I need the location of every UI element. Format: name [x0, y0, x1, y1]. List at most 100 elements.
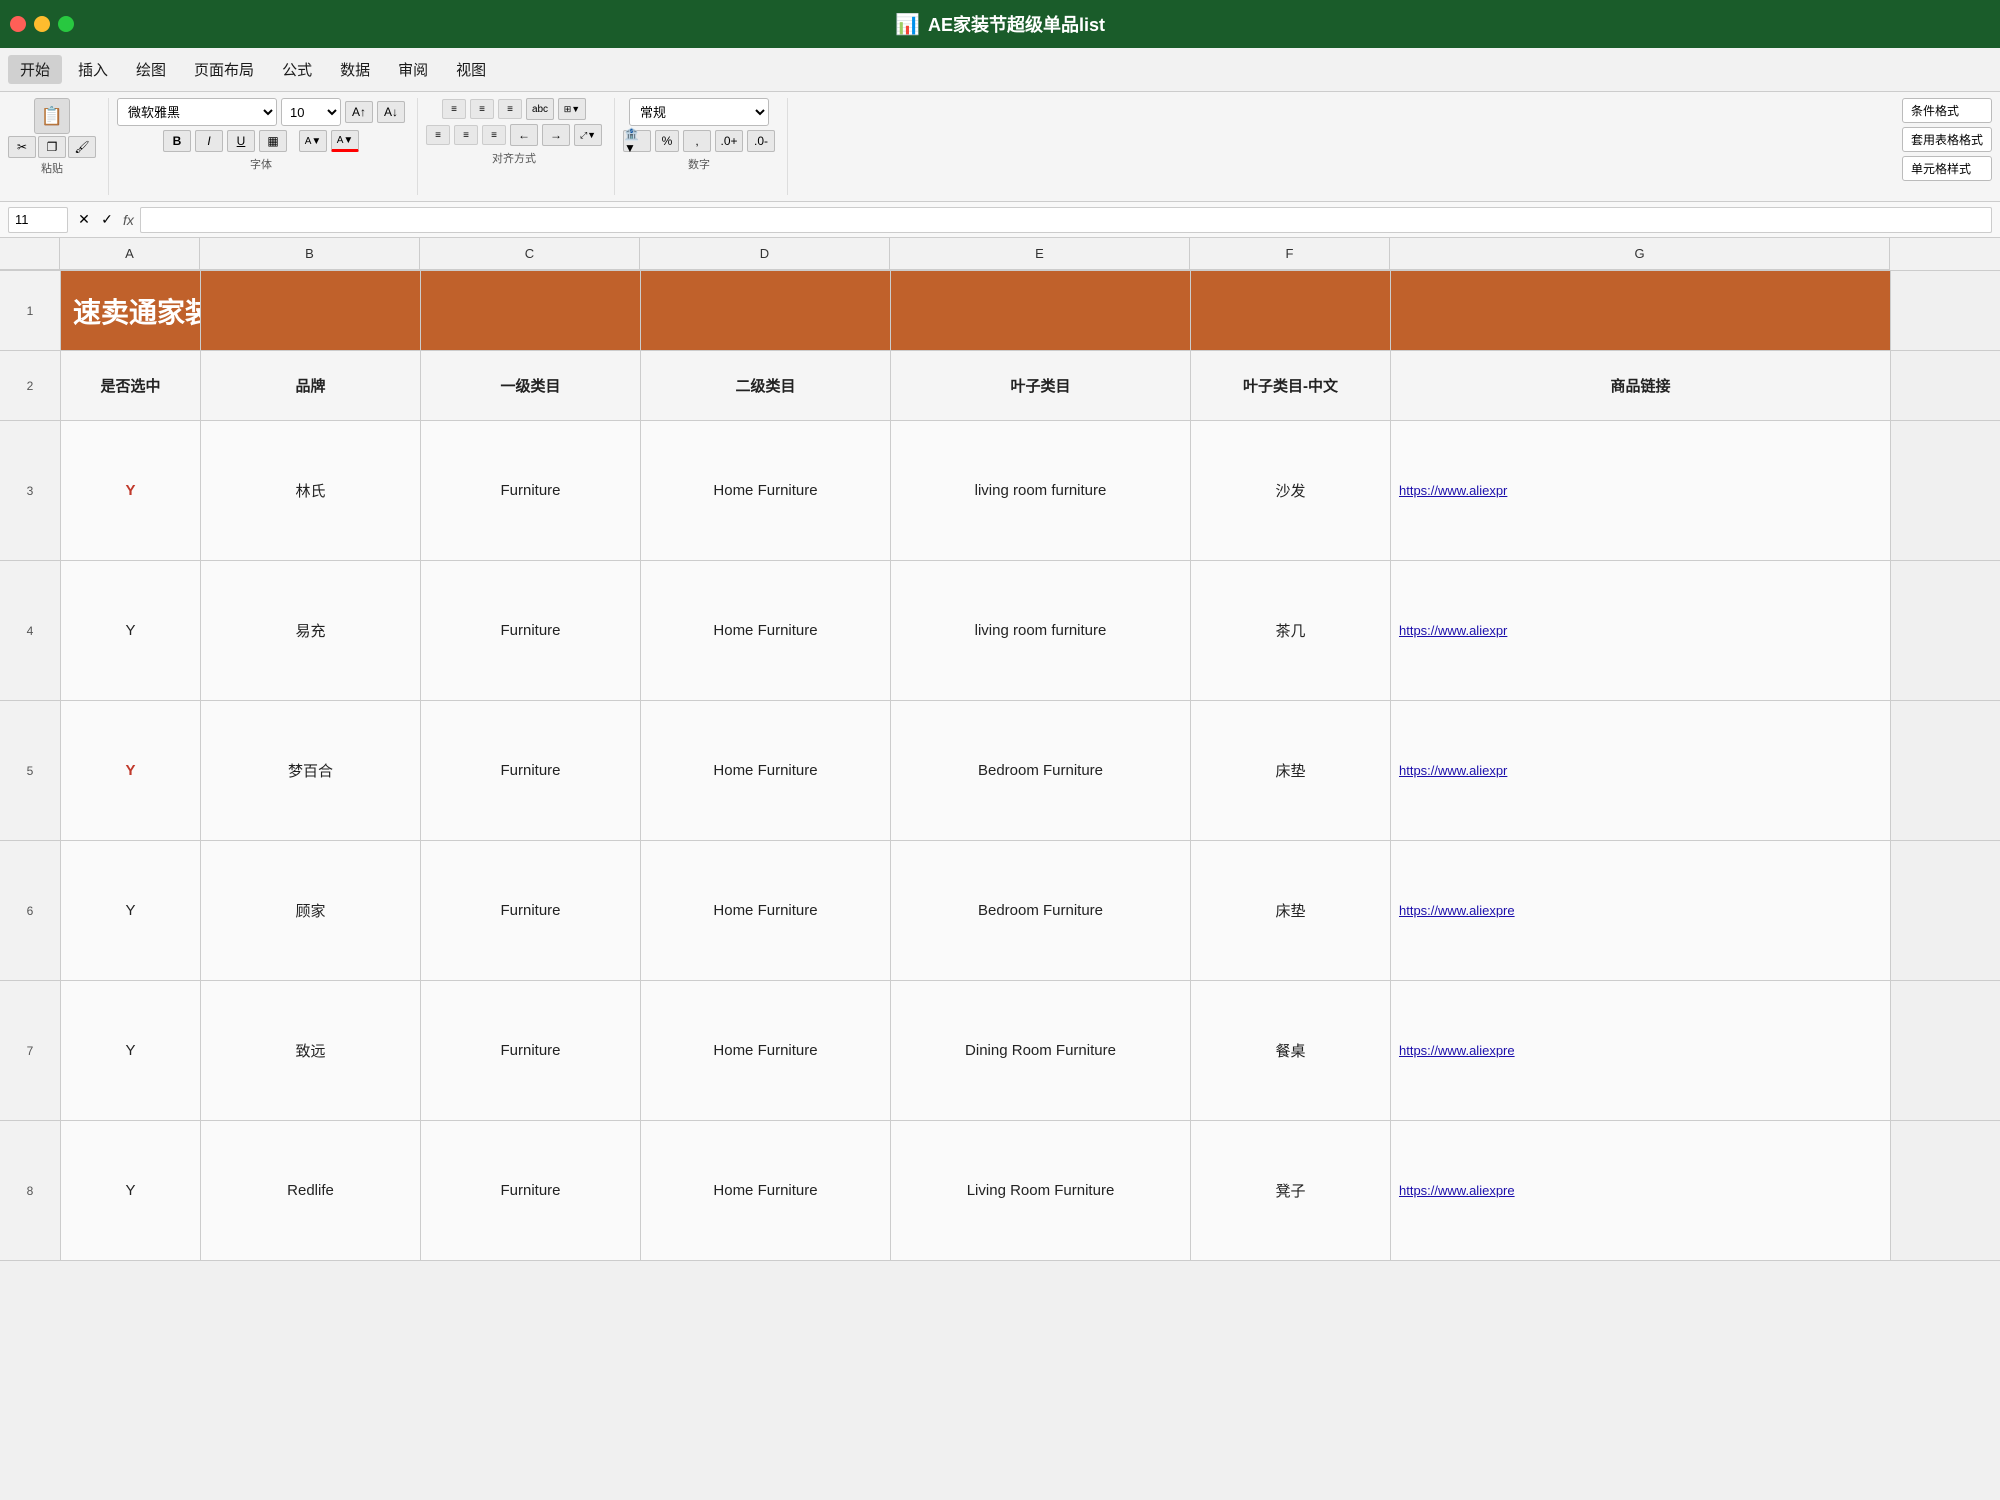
- cell-3-selected[interactable]: Y: [61, 701, 201, 840]
- cell-4-leaf-zh[interactable]: 床垫: [1191, 841, 1391, 980]
- indent-increase-button[interactable]: →: [542, 124, 570, 146]
- comma-button[interactable]: ,: [683, 130, 711, 152]
- column-header-f[interactable]: F: [1190, 238, 1390, 270]
- decimal-increase-button[interactable]: .0+: [715, 130, 743, 152]
- wrap-text-button[interactable]: abc: [526, 98, 554, 120]
- conditional-format-button[interactable]: 条件格式: [1902, 98, 1992, 123]
- cell-6-brand[interactable]: Redlife: [201, 1121, 421, 1260]
- indent-decrease-button[interactable]: ←: [510, 124, 538, 146]
- column-header-c[interactable]: C: [420, 238, 640, 270]
- cell-1-selected[interactable]: Y: [61, 421, 201, 560]
- column-header-g[interactable]: G: [1390, 238, 1890, 270]
- menu-draw[interactable]: 绘图: [124, 55, 178, 84]
- fill-color-button[interactable]: A▼: [299, 130, 327, 152]
- cell-4-brand[interactable]: 顾家: [201, 841, 421, 980]
- cell-3-brand[interactable]: 梦百合: [201, 701, 421, 840]
- copy-button[interactable]: ❐: [38, 136, 66, 158]
- bold-button[interactable]: B: [163, 130, 191, 152]
- align-bottom-center-button[interactable]: ≡: [454, 125, 478, 145]
- cell-2-leaf-zh[interactable]: 茶几: [1191, 561, 1391, 700]
- menu-home[interactable]: 开始: [8, 55, 62, 84]
- percent-button[interactable]: %: [655, 130, 679, 152]
- close-button[interactable]: [10, 16, 26, 32]
- cell-reference-box[interactable]: 11: [8, 207, 68, 233]
- cell-4-leaf[interactable]: Bedroom Furniture: [891, 841, 1191, 980]
- cell-3-leaf[interactable]: Bedroom Furniture: [891, 701, 1191, 840]
- accounting-button[interactable]: 🏦▼: [623, 130, 651, 152]
- font-name-select[interactable]: 微软雅黑: [117, 98, 277, 126]
- cell-6-link[interactable]: https://www.aliexpre: [1391, 1121, 1891, 1260]
- cell-2-brand[interactable]: 易充: [201, 561, 421, 700]
- column-header-a[interactable]: A: [60, 238, 200, 270]
- cell-3-leaf-zh[interactable]: 床垫: [1191, 701, 1391, 840]
- format-painter-button[interactable]: 🖌: [68, 136, 96, 158]
- formula-input[interactable]: [140, 207, 1992, 233]
- cell-5-cat1[interactable]: Furniture: [421, 981, 641, 1120]
- menu-review[interactable]: 审阅: [386, 55, 440, 84]
- cell-2-leaf[interactable]: living room furniture: [891, 561, 1191, 700]
- cell-2-link[interactable]: https://www.aliexpr: [1391, 561, 1891, 700]
- cell-2-selected[interactable]: Y: [61, 561, 201, 700]
- cell-3-link[interactable]: https://www.aliexpr: [1391, 701, 1891, 840]
- italic-button[interactable]: I: [195, 130, 223, 152]
- cell-6-cat2[interactable]: Home Furniture: [641, 1121, 891, 1260]
- cell-5-brand[interactable]: 致远: [201, 981, 421, 1120]
- align-bottom-left-button[interactable]: ≡: [426, 125, 450, 145]
- cell-3-cat2[interactable]: Home Furniture: [641, 701, 891, 840]
- font-size-select[interactable]: 10: [281, 98, 341, 126]
- cell-2-cat1[interactable]: Furniture: [421, 561, 641, 700]
- underline-button[interactable]: U: [227, 130, 255, 152]
- column-header-b[interactable]: B: [200, 238, 420, 270]
- cell-6-selected[interactable]: Y: [61, 1121, 201, 1260]
- paste-button[interactable]: 📋: [34, 98, 70, 134]
- decimal-decrease-button[interactable]: .0-: [747, 130, 775, 152]
- header-category1[interactable]: 一级类目: [421, 351, 641, 420]
- column-header-d[interactable]: D: [640, 238, 890, 270]
- merge-button[interactable]: ⊞▼: [558, 98, 586, 120]
- cell-5-link[interactable]: https://www.aliexpre: [1391, 981, 1891, 1120]
- header-leaf-category[interactable]: 叶子类目: [891, 351, 1191, 420]
- cut-button[interactable]: ✂: [8, 136, 36, 158]
- title-cell[interactable]: 速卖通家装节超级单品list: [61, 271, 201, 350]
- cell-5-leaf-zh[interactable]: 餐桌: [1191, 981, 1391, 1120]
- cancel-input-button[interactable]: ✕: [74, 210, 94, 230]
- cell-5-leaf[interactable]: Dining Room Furniture: [891, 981, 1191, 1120]
- cell-5-cat2[interactable]: Home Furniture: [641, 981, 891, 1120]
- cell-5-selected[interactable]: Y: [61, 981, 201, 1120]
- header-category2[interactable]: 二级类目: [641, 351, 891, 420]
- cell-1-leaf[interactable]: living room furniture: [891, 421, 1191, 560]
- align-bottom-right-button[interactable]: ≡: [482, 125, 506, 145]
- header-leaf-zh[interactable]: 叶子类目-中文: [1191, 351, 1391, 420]
- align-top-center-button[interactable]: ≡: [470, 99, 494, 119]
- menu-data[interactable]: 数据: [328, 55, 382, 84]
- borders-button[interactable]: ▦: [259, 130, 287, 152]
- table-format-button[interactable]: 套用表格格式: [1902, 127, 1992, 152]
- cell-1-leaf-zh[interactable]: 沙发: [1191, 421, 1391, 560]
- font-size-increase-button[interactable]: A↑: [345, 101, 373, 123]
- cell-4-link[interactable]: https://www.aliexpre: [1391, 841, 1891, 980]
- maximize-button[interactable]: [58, 16, 74, 32]
- cell-4-cat1[interactable]: Furniture: [421, 841, 641, 980]
- number-format-select[interactable]: 常规: [629, 98, 769, 126]
- header-brand[interactable]: 品牌: [201, 351, 421, 420]
- cell-6-leaf[interactable]: Living Room Furniture: [891, 1121, 1191, 1260]
- cell-6-cat1[interactable]: Furniture: [421, 1121, 641, 1260]
- cell-1-cat2[interactable]: Home Furniture: [641, 421, 891, 560]
- menu-insert[interactable]: 插入: [66, 55, 120, 84]
- text-direction-button[interactable]: ⤢▼: [574, 124, 602, 146]
- cell-1-cat1[interactable]: Furniture: [421, 421, 641, 560]
- confirm-input-button[interactable]: ✓: [97, 210, 117, 230]
- cell-1-link[interactable]: https://www.aliexpr: [1391, 421, 1891, 560]
- minimize-button[interactable]: [34, 16, 50, 32]
- cell-style-button[interactable]: 单元格样式: [1902, 156, 1992, 181]
- cell-3-cat1[interactable]: Furniture: [421, 701, 641, 840]
- cell-6-leaf-zh[interactable]: 凳子: [1191, 1121, 1391, 1260]
- font-size-decrease-button[interactable]: A↓: [377, 101, 405, 123]
- column-header-e[interactable]: E: [890, 238, 1190, 270]
- cell-2-cat2[interactable]: Home Furniture: [641, 561, 891, 700]
- menu-formula[interactable]: 公式: [270, 55, 324, 84]
- font-color-button[interactable]: A▼: [331, 130, 359, 152]
- cell-4-selected[interactable]: Y: [61, 841, 201, 980]
- cell-4-cat2[interactable]: Home Furniture: [641, 841, 891, 980]
- menu-page-layout[interactable]: 页面布局: [182, 55, 266, 84]
